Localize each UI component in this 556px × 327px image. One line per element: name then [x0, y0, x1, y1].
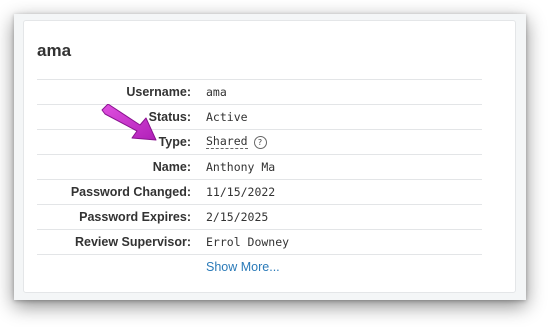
type-value[interactable]: Shared — [206, 135, 248, 149]
row-show-more: Show More... — [37, 254, 482, 279]
type-value-wrap: Shared ? — [206, 135, 267, 149]
row-username: Username: ama — [37, 79, 482, 104]
password-expires-label: Password Expires: — [79, 210, 191, 224]
name-label: Name: — [152, 160, 191, 174]
row-password-changed: Password Changed: 11/15/2022 — [37, 179, 482, 204]
pointer-arrow-icon — [101, 104, 157, 141]
username-value: ama — [206, 85, 227, 99]
password-changed-label: Password Changed: — [70, 185, 191, 199]
row-review-supervisor: Review Supervisor: Errol Downey — [37, 229, 482, 254]
status-value: Active — [206, 110, 248, 124]
name-value: Anthony Ma — [206, 160, 276, 174]
review-supervisor-value: Errol Downey — [206, 235, 290, 249]
help-icon[interactable]: ? — [253, 135, 267, 149]
user-details-card: ama Username: ama Status: Active Type: S… — [23, 20, 516, 293]
card-title: ama — [37, 41, 72, 60]
row-password-expires: Password Expires: 2/15/2025 — [37, 204, 482, 229]
show-more-link[interactable]: Show More... — [206, 260, 280, 274]
username-label: Username: — [126, 85, 191, 99]
password-changed-value: 11/15/2022 — [206, 185, 276, 199]
password-expires-value: 2/15/2025 — [206, 210, 269, 224]
row-name: Name: Anthony Ma — [37, 154, 482, 179]
review-supervisor-label: Review Supervisor: — [74, 235, 191, 249]
